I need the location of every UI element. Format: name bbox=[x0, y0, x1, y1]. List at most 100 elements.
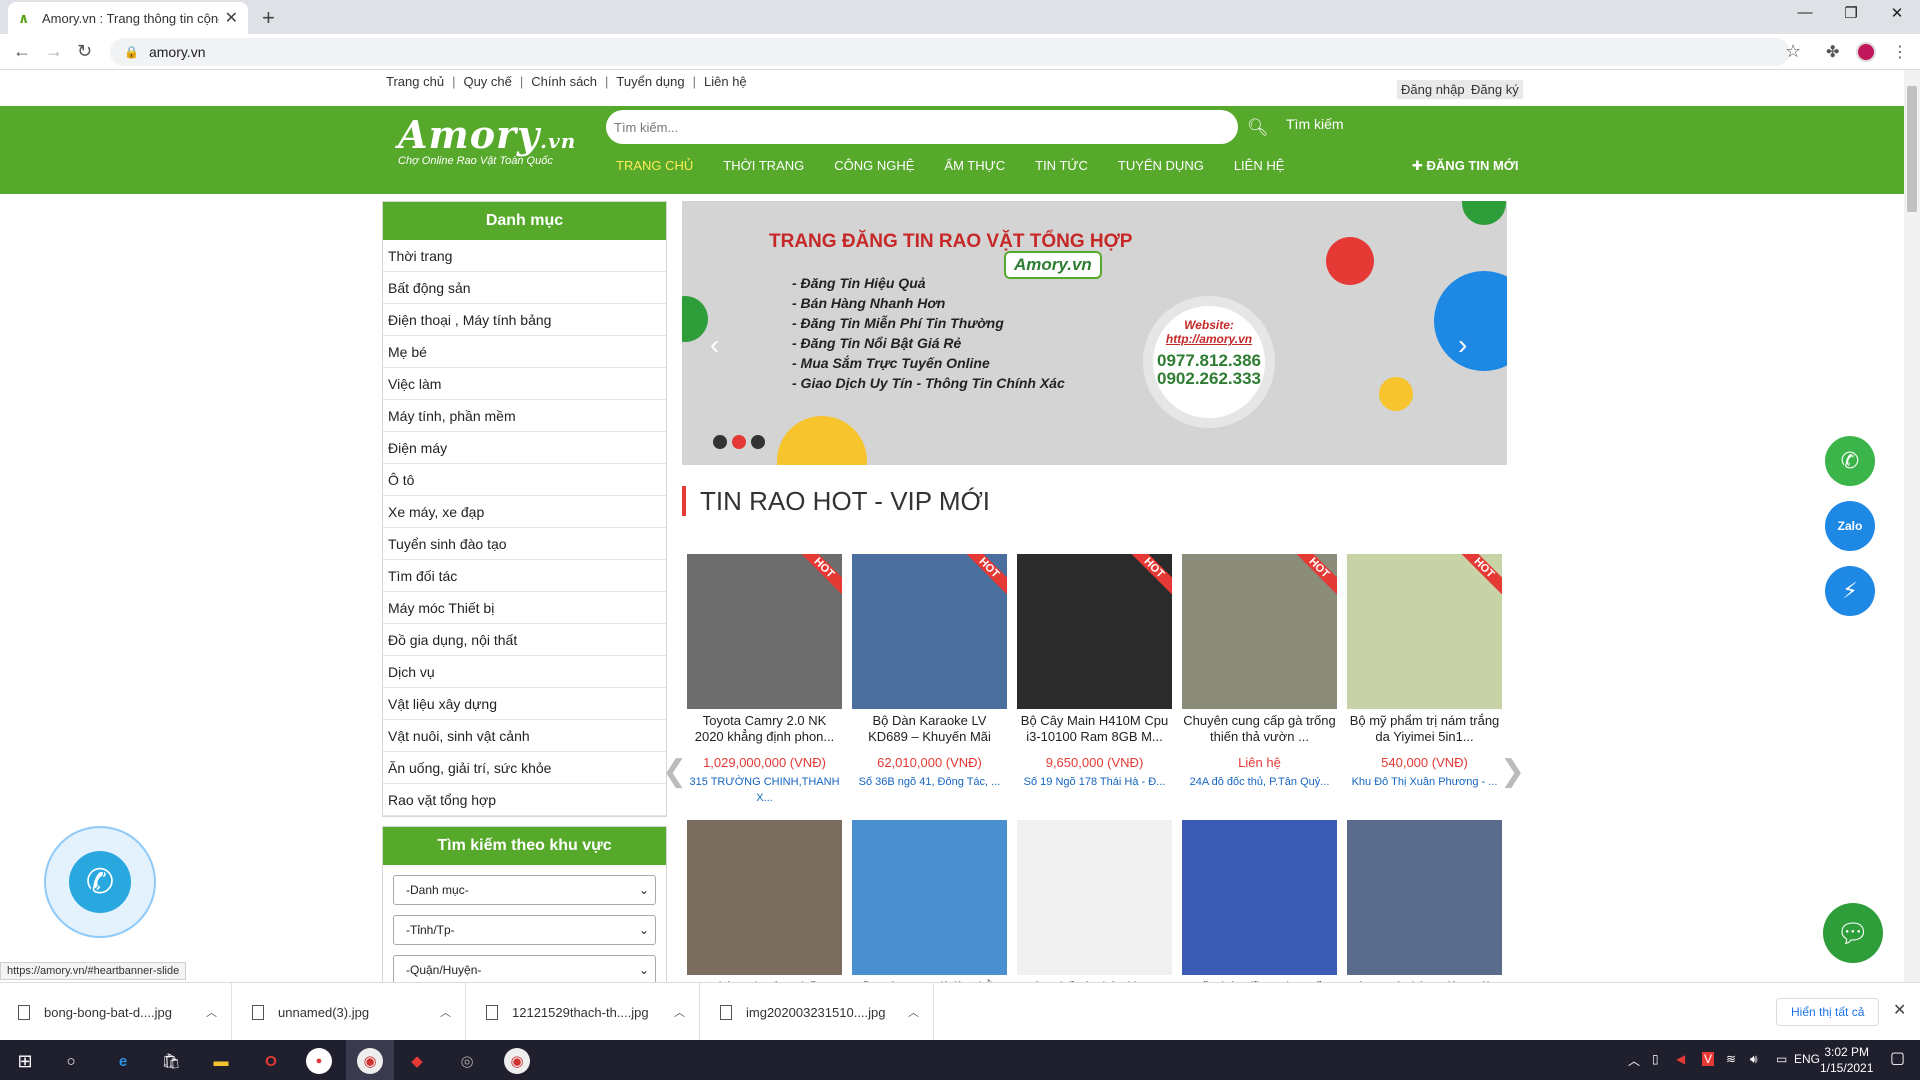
wifi-icon[interactable]: ≋ bbox=[1726, 1052, 1736, 1066]
browser-tab[interactable]: ∧ Amory.vn : Trang thông tin cộng ✕ bbox=[8, 2, 248, 34]
back-icon[interactable]: ← bbox=[13, 41, 31, 62]
product-image[interactable]: HOT bbox=[1017, 554, 1172, 709]
extensions-puzzle-icon[interactable]: ✤ bbox=[1826, 42, 1839, 62]
product-card[interactable]: Phòng thu âm chất lượng... bbox=[687, 820, 842, 982]
network-icon[interactable]: ▭ bbox=[1776, 1052, 1787, 1066]
carousel-next-icon[interactable]: ❯ bbox=[1500, 754, 1525, 789]
district-select[interactable]: -Quận/Huyện- ⌄ bbox=[393, 955, 656, 982]
product-card[interactable]: HOT Bộ Dàn Karaoke LV KD689 – Khuyến Mãi … bbox=[852, 554, 1007, 790]
product-card[interactable]: Bồn tròn 3000 lít làm bằ... bbox=[852, 820, 1007, 982]
windows-start-icon[interactable]: ⊞ bbox=[12, 1048, 38, 1074]
category-item[interactable]: Đồ gia dụng, nội thất bbox=[383, 624, 666, 656]
category-item[interactable]: Điện máy bbox=[383, 432, 666, 464]
tray-overflow-icon[interactable]: ︿ bbox=[1628, 1052, 1640, 1069]
carousel-prev-icon[interactable]: ❮ bbox=[662, 754, 687, 789]
category-item[interactable]: Mẹ bé bbox=[383, 336, 666, 368]
chrome-icon[interactable]: ◉ bbox=[357, 1048, 383, 1074]
download-item[interactable]: unnamed(3).jpg ︿ bbox=[234, 983, 466, 1041]
profile-avatar[interactable] bbox=[1856, 42, 1876, 62]
register-link[interactable]: Đăng ký bbox=[1467, 80, 1523, 99]
product-name[interactable]: Chuyên cung cấp gà trống thiến thả vườn … bbox=[1182, 713, 1337, 745]
scrollbar-thumb[interactable] bbox=[1907, 86, 1917, 212]
alert-icon[interactable]: ◀ bbox=[1676, 1052, 1685, 1066]
product-image[interactable] bbox=[687, 820, 842, 975]
category-item[interactable]: Vật nuôi, sinh vật cảnh bbox=[383, 720, 666, 752]
antivirus-icon[interactable]: ◆ bbox=[404, 1048, 430, 1074]
search-button[interactable]: Tìm kiếm bbox=[1286, 116, 1344, 132]
category-item[interactable]: Máy tính, phần mềm bbox=[383, 400, 666, 432]
battery-icon[interactable]: ▯ bbox=[1652, 1052, 1659, 1066]
download-item[interactable]: 12121529thach-th....jpg ︿ bbox=[468, 983, 700, 1041]
product-card[interactable]: HOT Bộ mỹ phẩm trị nám trắng da Yiyimei 5… bbox=[1347, 554, 1502, 790]
nav-contact[interactable]: LIÊN HỆ bbox=[1234, 158, 1285, 173]
forward-icon[interactable]: → bbox=[45, 41, 63, 62]
product-image[interactable] bbox=[1347, 820, 1502, 975]
hotline-float-button[interactable]: ✆ bbox=[44, 826, 156, 938]
province-select[interactable]: -Tỉnh/Tp- ⌄ bbox=[393, 915, 656, 945]
product-name[interactable]: Bộ mỹ phẩm trị nám trắng da Yiyimei 5in1… bbox=[1347, 713, 1502, 745]
bookmark-star-icon[interactable]: ☆ bbox=[1785, 41, 1801, 62]
product-card[interactable]: HOT Bộ Cây Main H410M Cpu i3-10100 Ram 8G… bbox=[1017, 554, 1172, 790]
product-card[interactable]: Bàn ghế cà phê giá cực rẻ... bbox=[1017, 820, 1172, 982]
category-item[interactable]: Điện thoại , Máy tính bảng bbox=[383, 304, 666, 336]
address-bar[interactable]: 🔒 amory.vn bbox=[110, 38, 1790, 66]
product-name[interactable]: Bộ Cây Main H410M Cpu i3-10100 Ram 8GB M… bbox=[1017, 713, 1172, 745]
call-float-button[interactable]: ✆ bbox=[1825, 436, 1875, 486]
category-item[interactable]: Vật liệu xây dựng bbox=[383, 688, 666, 720]
antivirus-tray-icon[interactable]: V bbox=[1702, 1052, 1715, 1066]
chevron-up-icon[interactable]: ︿ bbox=[206, 1004, 217, 1020]
product-card[interactable]: HOT Toyota Camry 2.0 NK 2020 khẳng định p… bbox=[687, 554, 842, 806]
top-link-home[interactable]: Trang chủ bbox=[386, 74, 444, 89]
product-image[interactable] bbox=[1017, 820, 1172, 975]
top-link-policy[interactable]: Chính sách bbox=[531, 74, 597, 89]
chevron-up-icon[interactable]: ︿ bbox=[674, 1004, 685, 1020]
zalo-float-button[interactable]: Zalo bbox=[1825, 501, 1875, 551]
banner-slider[interactable]: TRANG ĐĂNG TIN RAO VẶT TỔNG HỢP Amory.vn… bbox=[682, 201, 1507, 465]
camera-app-icon[interactable]: ◎ bbox=[454, 1048, 480, 1074]
site-search-input[interactable]: Tìm kiếm... bbox=[606, 110, 1238, 144]
product-image[interactable] bbox=[1182, 820, 1337, 975]
cortana-search-icon[interactable]: ○ bbox=[58, 1048, 84, 1074]
product-image[interactable] bbox=[852, 820, 1007, 975]
messaging-app-icon[interactable]: ● bbox=[306, 1048, 332, 1074]
product-card[interactable]: Dòng máy hàn miệng túi... bbox=[1347, 820, 1502, 982]
banner-prev-arrow-icon[interactable]: ‹ bbox=[710, 329, 719, 361]
category-item[interactable]: Rao vặt tổng hợp bbox=[383, 784, 666, 816]
opera-icon[interactable]: O bbox=[258, 1048, 284, 1074]
show-all-downloads-button[interactable]: Hiển thị tất cả bbox=[1776, 998, 1880, 1026]
tab-close-icon[interactable]: ✕ bbox=[225, 8, 238, 28]
new-tab-icon[interactable]: + bbox=[262, 5, 275, 31]
minimize-icon[interactable]: — bbox=[1782, 4, 1828, 21]
category-item[interactable]: Dịch vụ bbox=[383, 656, 666, 688]
product-image[interactable]: HOT bbox=[1347, 554, 1502, 709]
window-close-icon[interactable]: ✕ bbox=[1874, 4, 1920, 22]
post-new-button[interactable]: ✚ ĐĂNG TIN MỚI bbox=[1412, 158, 1519, 174]
nav-tech[interactable]: CÔNG NGHỆ bbox=[834, 158, 914, 173]
slide-dot[interactable] bbox=[751, 435, 765, 449]
top-link-rules[interactable]: Quy chế bbox=[463, 74, 511, 89]
product-card[interactable]: Cần bán đồng phục tốt ng... bbox=[1182, 820, 1337, 982]
login-link[interactable]: Đăng nhập bbox=[1397, 80, 1469, 99]
system-clock[interactable]: 3:02 PM 1/15/2021 bbox=[1820, 1044, 1873, 1076]
chat-float-button[interactable]: 💬︎ bbox=[1823, 903, 1883, 963]
nav-food[interactable]: ẨM THỰC bbox=[944, 158, 1005, 173]
search-icon[interactable]: 🔍︎ bbox=[1247, 118, 1269, 138]
download-item[interactable]: img202003231510....jpg ︿ bbox=[702, 983, 934, 1041]
slide-dot[interactable] bbox=[713, 435, 727, 449]
category-item[interactable]: Tìm đối tác bbox=[383, 560, 666, 592]
product-image[interactable]: HOT bbox=[1182, 554, 1337, 709]
top-link-contact[interactable]: Liên hệ bbox=[704, 74, 747, 89]
product-name[interactable]: Bộ Dàn Karaoke LV KD689 – Khuyến Mãi Chi… bbox=[852, 713, 1007, 745]
notification-icon[interactable]: ▢ bbox=[1890, 1048, 1905, 1068]
site-logo[interactable]: Amory.vn Chợ Online Rao Vặt Toàn Quốc bbox=[398, 112, 576, 167]
restore-icon[interactable]: ❐ bbox=[1828, 4, 1874, 22]
nav-news[interactable]: TIN TỨC bbox=[1035, 158, 1088, 173]
page-scrollbar[interactable] bbox=[1904, 70, 1920, 982]
chevron-up-icon[interactable]: ︿ bbox=[908, 1004, 919, 1020]
category-item[interactable]: Xe máy, xe đạp bbox=[383, 496, 666, 528]
category-select[interactable]: -Danh mục- ⌄ bbox=[393, 875, 656, 905]
category-item[interactable]: Tuyển sinh đào tạo bbox=[383, 528, 666, 560]
category-item[interactable]: Thời trang bbox=[383, 240, 666, 272]
store-icon[interactable]: 🛍︎ bbox=[158, 1048, 184, 1074]
category-item[interactable]: Ăn uống, giải trí, sức khỏe bbox=[383, 752, 666, 784]
